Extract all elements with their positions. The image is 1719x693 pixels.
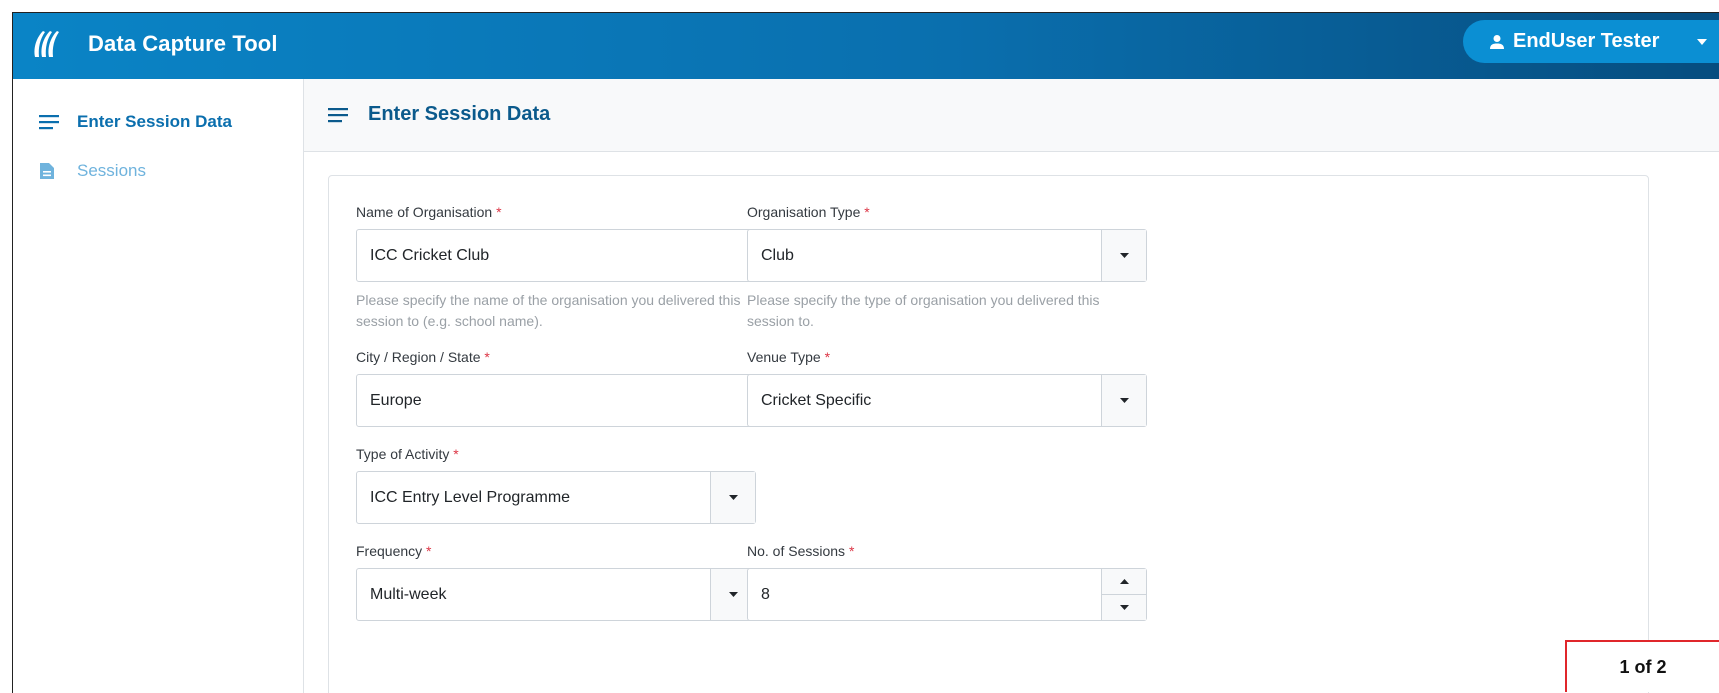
sidebar: Enter Session Data Sessions	[13, 79, 304, 693]
document-icon	[39, 162, 61, 180]
label-text: City / Region / State	[356, 349, 481, 365]
org-name-label: Name of Organisation *	[356, 204, 756, 224]
org-name-help: Please specify the name of the organisat…	[356, 292, 741, 329]
decrement-button[interactable]	[1102, 595, 1146, 620]
frequency-group: Frequency * Multi-week	[356, 543, 756, 621]
required-mark: *	[453, 446, 459, 462]
org-type-group: Organisation Type * Club Please specify …	[747, 204, 1147, 332]
required-mark: *	[496, 204, 502, 220]
caret-down-icon	[1119, 605, 1129, 610]
required-mark: *	[484, 349, 490, 365]
main-content: Enter Session Data Name of Organisation …	[304, 79, 1719, 693]
input-value: Europe	[370, 391, 422, 409]
increment-button[interactable]	[1102, 569, 1146, 595]
required-mark: *	[848, 543, 855, 559]
label-text: Name of Organisation	[356, 204, 493, 220]
org-type-label: Organisation Type *	[747, 204, 1147, 224]
person-icon	[1490, 34, 1504, 49]
sidebar-item-label: Enter Session Data	[77, 112, 232, 131]
top-navbar: Data Capture Tool EndUser Tester	[13, 13, 1719, 79]
page-title: Enter Session Data	[368, 103, 551, 125]
frequency-label: Frequency *	[356, 543, 756, 563]
menu-lines-icon	[328, 108, 348, 123]
input-value: ICC Cricket Club	[370, 246, 490, 264]
org-type-select[interactable]: Club	[747, 229, 1147, 282]
select-value: Multi-week	[370, 585, 447, 603]
menu-lines-icon	[39, 113, 61, 131]
org-name-group: Name of Organisation * ICC Cricket Club …	[356, 204, 756, 332]
sessions-number-input[interactable]: 8	[747, 568, 1147, 621]
activity-label: Type of Activity *	[356, 446, 756, 466]
city-label: City / Region / State *	[356, 349, 756, 369]
user-name: EndUser Tester	[1513, 30, 1660, 52]
app-window: Data Capture Tool EndUser Tester Enter S…	[12, 12, 1719, 693]
quantity-stepper[interactable]	[1101, 569, 1146, 620]
sidebar-item-label: Sessions	[77, 161, 146, 180]
required-mark: *	[426, 543, 432, 559]
frequency-select[interactable]: Multi-week	[356, 568, 756, 621]
sessions-label: No. of Sessions *	[747, 543, 1147, 563]
caret-down-icon	[1119, 253, 1129, 258]
caret-down-icon	[1697, 38, 1708, 45]
caret-down-icon	[728, 592, 738, 597]
required-mark: *	[864, 204, 870, 220]
caret-down-icon	[1119, 398, 1129, 403]
org-type-help: Please specify the type of organisation …	[747, 292, 1100, 329]
activity-group: Type of Activity * ICC Entry Level Progr…	[356, 446, 756, 524]
venue-select[interactable]: Cricket Specific	[747, 374, 1147, 427]
dropdown-toggle[interactable]	[1101, 230, 1146, 281]
caret-down-icon	[728, 495, 738, 500]
app-title: Data Capture Tool	[88, 31, 278, 56]
user-menu-button[interactable]: EndUser Tester	[1463, 20, 1719, 63]
venue-label: Venue Type *	[747, 349, 1147, 369]
dropdown-toggle[interactable]	[1101, 375, 1146, 426]
label-text: Organisation Type	[747, 204, 861, 220]
sidebar-item-enter-session-data[interactable]: Enter Session Data	[39, 109, 232, 135]
caret-up-icon	[1119, 579, 1129, 584]
input-value: 8	[761, 585, 770, 603]
activity-select[interactable]: ICC Entry Level Programme	[356, 471, 756, 524]
page-header: Enter Session Data	[304, 79, 1719, 152]
required-mark: *	[824, 349, 831, 365]
select-value: Cricket Specific	[761, 391, 872, 409]
venue-group: Venue Type * Cricket Specific	[747, 349, 1147, 427]
page-indicator: 1 of 2	[1565, 640, 1719, 692]
dropdown-toggle[interactable]	[710, 472, 755, 523]
city-group: City / Region / State * Europe	[356, 349, 756, 427]
label-text: Frequency	[356, 543, 423, 559]
city-input[interactable]: Europe	[356, 374, 756, 427]
label-text: Type of Activity	[356, 446, 450, 462]
session-form-card: Name of Organisation * ICC Cricket Club …	[328, 175, 1649, 693]
select-value: Club	[761, 246, 794, 264]
sessions-group: No. of Sessions * 8	[747, 543, 1147, 621]
org-name-input[interactable]: ICC Cricket Club	[356, 229, 756, 282]
label-text: No. of Sessions	[747, 543, 846, 559]
icc-logo-icon	[34, 31, 59, 57]
select-value: ICC Entry Level Programme	[370, 488, 571, 506]
label-text: Venue Type	[747, 349, 821, 365]
sidebar-item-sessions[interactable]: Sessions	[39, 158, 146, 184]
